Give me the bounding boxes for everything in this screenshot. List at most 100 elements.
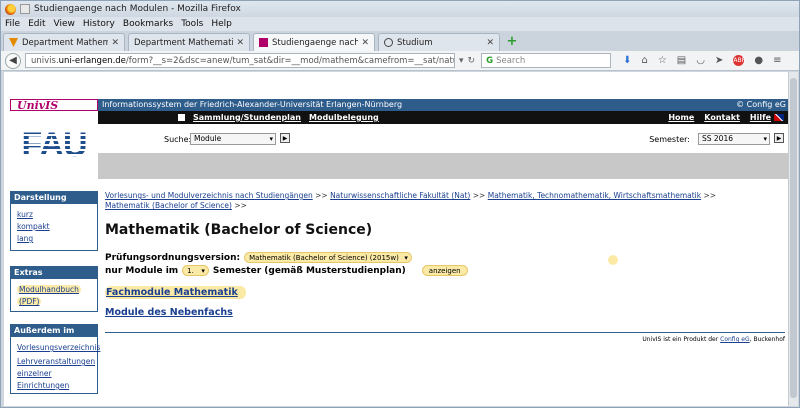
crumb-bachelor[interactable]: Mathematik (Bachelor of Science): [105, 201, 232, 210]
search-type-select[interactable]: Module ▾: [190, 133, 276, 145]
menu-help[interactable]: Help: [211, 19, 232, 29]
send-icon[interactable]: ➤: [715, 55, 723, 66]
view-kurz-link[interactable]: kurz: [17, 209, 93, 221]
univis-logo[interactable]: UnivIS: [10, 99, 98, 111]
fachmodule-link[interactable]: Fachmodule Mathematik: [105, 286, 246, 299]
modulhandbuch-link[interactable]: Modulhandbuch: [17, 284, 93, 296]
crumb-mathematik[interactable]: Mathematik, Technomathematik, Wirtschaft…: [488, 191, 701, 200]
close-icon[interactable]: ✕: [486, 38, 494, 48]
browser-window: Studiengaenge nach Modulen - Mozilla Fir…: [0, 0, 800, 408]
semester-value: SS 2016: [702, 134, 733, 143]
breadcrumb: Vorlesungs- und Modulverzeichnis nach St…: [105, 191, 785, 211]
chevron-down-icon: ▾: [404, 254, 408, 262]
modulhandbuch-text: Modulhandbuch: [17, 285, 81, 294]
main-content: Vorlesungs- und Modulverzeichnis nach St…: [105, 191, 785, 343]
scrollbar-thumb[interactable]: [790, 78, 797, 398]
back-icon[interactable]: ◀: [5, 52, 21, 69]
chevron-down-icon: ▾: [763, 135, 767, 143]
vorlesungsverzeichnis-link[interactable]: Vorlesungsverzeichnis: [17, 342, 100, 354]
v-logo-icon: [9, 38, 18, 47]
crumb-separator: >>: [703, 191, 717, 200]
tab-studiengaenge[interactable]: Studiengaenge nach Mo ✕: [253, 33, 375, 51]
tab-department-1[interactable]: Department Mathemati ✕: [3, 33, 125, 51]
url-prefix: univis.: [31, 55, 59, 66]
url-domain: uni-erlangen.de: [58, 55, 126, 66]
footer-text-end: , Buckenhof: [749, 336, 785, 343]
tab-department-2[interactable]: Department Mathematik > S ✕: [128, 33, 250, 51]
hamburger-menu-icon[interactable]: ≡: [773, 55, 781, 66]
close-icon[interactable]: ✕: [111, 38, 119, 48]
menu-tools[interactable]: Tools: [181, 19, 203, 29]
modulhandbuch-pdf-link[interactable]: (PDF): [17, 296, 93, 308]
url-bar[interactable]: univis. uni-erlangen.de/form?__s=2&dsc=an…: [25, 53, 455, 68]
page-viewport: UnivIS Informationssystem der Friedrich-…: [4, 72, 788, 406]
lehrveranstaltungen-link[interactable]: Lehrveranstaltungen: [17, 356, 95, 368]
nav-sammlung-link[interactable]: Sammlung/Stundenplan: [193, 113, 301, 122]
download-icon[interactable]: ⬇: [623, 55, 631, 66]
home-icon[interactable]: ⌂: [641, 55, 647, 66]
reload-icon[interactable]: ↻: [468, 56, 476, 66]
pocket-icon[interactable]: ◡: [696, 55, 705, 66]
fau-logo[interactable]: FAU: [10, 111, 98, 179]
vertical-scrollbar[interactable]: [788, 72, 798, 406]
sidebar-ausserdem: Außerdem im UnivIS Vorlesungsverzeichnis…: [10, 324, 100, 394]
lehrveranstaltungen-link-cont[interactable]: einzelner: [17, 368, 93, 380]
clipboard-icon[interactable]: ▤: [677, 55, 686, 66]
crumb-separator: >>: [472, 191, 486, 200]
menu-view[interactable]: View: [54, 19, 75, 29]
nav-kontakt-link[interactable]: Kontakt: [704, 113, 740, 122]
crumb-nat-fakultaet[interactable]: Naturwissenschaftliche Fakultät (Nat): [330, 191, 470, 200]
close-icon[interactable]: ✕: [361, 38, 369, 48]
univis-banner: Informationssystem der Friedrich-Alexand…: [98, 99, 788, 111]
adblock-icon[interactable]: ABP: [733, 55, 745, 66]
semester-go-button[interactable]: ▶: [774, 133, 784, 143]
sidebar-heading: Darstellung: [11, 192, 97, 204]
semester-label: Semester:: [649, 135, 690, 144]
sidebar-darstellung: Darstellung kurz kompakt lang: [10, 191, 98, 251]
crumb-vorlesungsverzeichnis[interactable]: Vorlesungs- und Modulverzeichnis nach St…: [105, 191, 313, 200]
search-type-value: Module: [194, 134, 222, 143]
tab-label: Department Mathematik > S: [134, 37, 234, 48]
tab-studium[interactable]: Studium ✕: [378, 33, 500, 51]
anzeigen-button[interactable]: anzeigen: [421, 265, 468, 276]
footer-divider: [105, 332, 785, 333]
dropdown-icon[interactable]: ▾: [459, 56, 464, 66]
menu-file[interactable]: File: [5, 19, 20, 29]
tab-label: Department Mathemati: [22, 37, 109, 48]
po-select[interactable]: Mathematik (Bachelor of Science) (2015w)…: [244, 252, 412, 263]
highlight-dot: [608, 255, 618, 265]
menu-bookmarks[interactable]: Bookmarks: [123, 19, 173, 29]
crumb-separator: >>: [234, 201, 247, 210]
menu-bar: File Edit View History Bookmarks Tools H…: [1, 17, 799, 31]
search-input[interactable]: G Search: [481, 53, 612, 68]
google-icon: G: [486, 55, 494, 66]
banner-text: Informationssystem der Friedrich-Alexand…: [102, 100, 403, 109]
nav-hilfe-link[interactable]: Hilfe: [750, 113, 771, 122]
search-go-button[interactable]: ▶: [280, 133, 290, 143]
lehrveranstaltungen-link-cont2[interactable]: Einrichtungen: [17, 380, 93, 392]
sidebar-heading: Extras: [11, 267, 97, 279]
view-kompakt-link[interactable]: kompakt: [17, 221, 93, 233]
uk-flag-icon[interactable]: [774, 114, 784, 121]
chat-icon[interactable]: ●: [754, 55, 763, 66]
menu-edit[interactable]: Edit: [28, 19, 45, 29]
semester-number-select[interactable]: 1. ▾: [182, 265, 209, 276]
semester-filter-pre: nur Module im: [105, 265, 179, 276]
close-icon[interactable]: ✕: [236, 38, 244, 48]
semester-filter-row: nur Module im 1. ▾ Semester (gemäß Muster…: [105, 265, 785, 276]
config-eg-link[interactable]: Config eG: [720, 336, 750, 343]
nebenfach-link[interactable]: Module des Nebenfachs: [105, 307, 785, 318]
menu-history[interactable]: History: [83, 19, 115, 29]
semester-select[interactable]: SS 2016 ▾: [698, 133, 770, 145]
univis-icon: [259, 38, 268, 47]
po-row: Prüfungsordnungsversion: Mathematik (Bac…: [105, 252, 785, 265]
bookmark-star-icon[interactable]: ☆: [658, 55, 667, 66]
nav-modulbelegung-link[interactable]: Modulbelegung: [309, 113, 379, 122]
new-tab-icon[interactable]: +: [505, 35, 519, 49]
po-value: Mathematik (Bachelor of Science) (2015w): [249, 254, 399, 262]
view-lang-link[interactable]: lang: [17, 233, 93, 245]
nav-home-link[interactable]: Home: [668, 113, 694, 122]
url-path: /form?__s=2&dsc=anew/tum_sat&dir=__mod/m…: [125, 55, 455, 66]
univis-header: UnivIS Informationssystem der Friedrich-…: [10, 99, 788, 111]
grey-band: [98, 153, 788, 179]
